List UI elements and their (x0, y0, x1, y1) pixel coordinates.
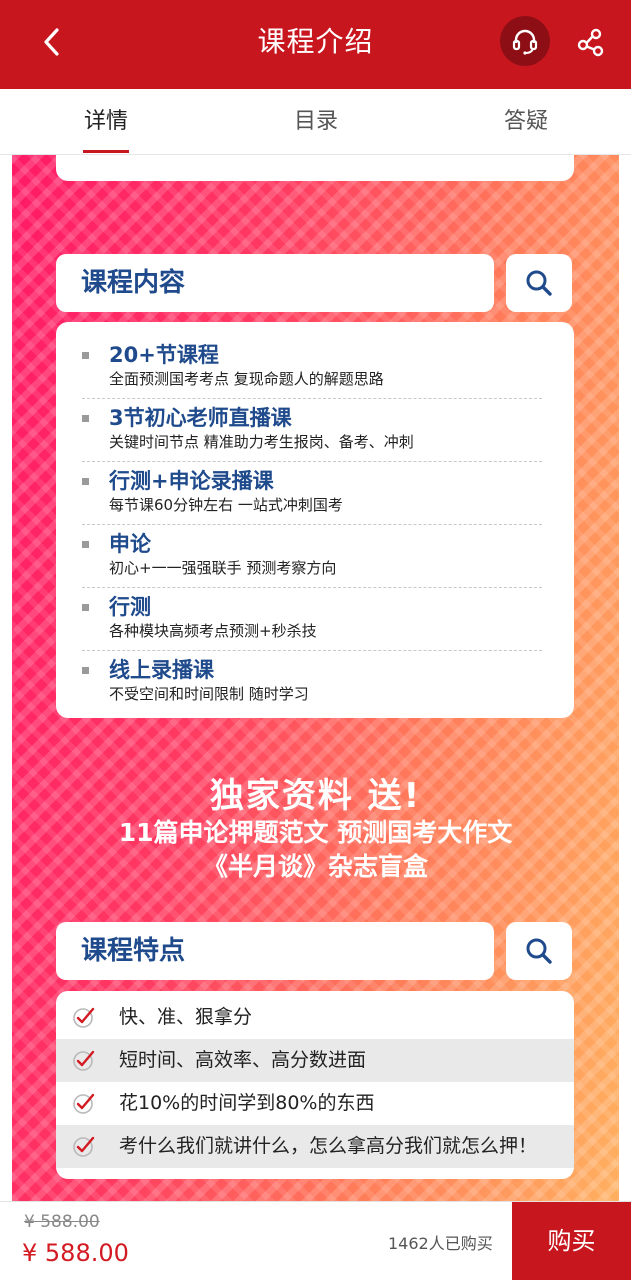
section-title: 课程特点 (81, 936, 186, 966)
feature-item: 花10%的时间学到80%的东西 (56, 1082, 574, 1125)
item-desc: 全面预测国考考点 复现命题人的解题思路 (109, 370, 384, 388)
search-button[interactable] (506, 922, 572, 980)
tab-catalog[interactable]: 目录 (256, 89, 376, 155)
course-features-heading: 课程特点 (56, 922, 494, 980)
share-button[interactable] (568, 20, 612, 64)
feature-text: 短时间、高效率、高分数进面 (119, 1049, 367, 1071)
course-content-list: 20+节课程 全面预测国考考点 复现命题人的解题思路 3节初心老师直播课 关键时… (56, 322, 574, 718)
buy-button[interactable]: 购买 (512, 1202, 631, 1280)
item-desc: 不受空间和时间限制 随时学习 (109, 685, 309, 703)
item-desc: 初心+一一强强联手 预测考察方向 (109, 559, 337, 577)
tab-qa[interactable]: 答疑 (466, 89, 586, 155)
promo-line: 《半月谈》杂志盲盒 (202, 852, 428, 881)
section-title: 课程内容 (81, 268, 186, 298)
check-circle-icon (73, 1136, 95, 1157)
check-circle-icon (73, 1093, 95, 1114)
feature-text: 花10%的时间学到80%的东西 (119, 1092, 375, 1114)
item-desc: 每节课60分钟左右 一站式冲刺国考 (109, 496, 343, 514)
check-circle-icon (73, 1007, 95, 1028)
bullet (82, 541, 89, 548)
back-button[interactable] (30, 20, 74, 64)
item-title: 行测 (109, 595, 151, 619)
tab-bar: 详情 目录 答疑 (0, 89, 631, 155)
promo-headline: 独家资料 送! (209, 776, 422, 816)
bullet (82, 667, 89, 674)
item-title: 申论 (109, 532, 151, 556)
search-button[interactable] (506, 254, 572, 312)
item-title: 3节初心老师直播课 (109, 406, 292, 430)
item-desc: 各种模块高频考点预测+秒杀技 (109, 622, 317, 640)
list-item: 行测 各种模块高频考点预测+秒杀技 (82, 588, 542, 651)
feature-item: 快、准、狠拿分 (56, 996, 574, 1039)
course-content-heading: 课程内容 (56, 254, 494, 312)
current-price: ¥ 588.00 (22, 1239, 129, 1267)
active-tab-indicator (83, 150, 129, 153)
feature-text: 快、准、狠拿分 (119, 1006, 253, 1028)
item-title: 行测+申论录播课 (109, 469, 274, 493)
list-item: 20+节课程 全面预测国考考点 复现命题人的解题思路 (82, 336, 542, 399)
course-features-list: 快、准、狠拿分 短时间、高效率、高分数进面 花10%的时间学到80%的东西 考什… (56, 991, 574, 1179)
list-item: 线上录播课 不受空间和时间限制 随时学习 (82, 651, 542, 714)
chevron-left-icon (44, 28, 59, 56)
promo-line: 11篇申论押题范文 预测国考大作文 (118, 818, 513, 847)
feature-item: 短时间、高效率、高分数进面 (56, 1039, 574, 1082)
course-detail-content[interactable]: 课程内容 20+节课程 全面预测国考考点 复现命题人的解题思路 3节初心老师直播… (12, 155, 619, 1201)
bullet (82, 604, 89, 611)
bullet (82, 415, 89, 422)
bullet (82, 478, 89, 485)
list-item: 行测+申论录播课 每节课60分钟左右 一站式冲刺国考 (82, 462, 542, 525)
item-title: 20+节课程 (109, 343, 219, 367)
purchase-bar: ¥ 588.00 ¥ 588.00 1462人已购买 购买 (0, 1201, 631, 1280)
customer-service-button[interactable] (500, 16, 550, 66)
search-icon (526, 270, 552, 296)
check-circle-icon (73, 1050, 95, 1071)
item-desc: 关键时间节点 精准助力考生报岗、备考、冲刺 (109, 433, 414, 451)
list-item: 3节初心老师直播课 关键时间节点 精准助力考生报岗、备考、冲刺 (82, 399, 542, 462)
original-price: ¥ 588.00 (24, 1212, 100, 1232)
search-icon (526, 938, 552, 964)
bullet (82, 352, 89, 359)
feature-item: 考什么我们就讲什么，怎么拿高分我们就怎么押！ (56, 1125, 574, 1168)
previous-card (56, 155, 574, 181)
app-header: 课程介绍 (0, 0, 631, 89)
share-icon (577, 28, 604, 57)
item-title: 线上录播课 (109, 658, 214, 682)
headset-icon (512, 29, 538, 55)
feature-text: 考什么我们就讲什么，怎么拿高分我们就怎么押！ (119, 1135, 538, 1157)
sold-count: 1462人已购买 (388, 1234, 493, 1253)
list-item: 申论 初心+一一强强联手 预测考察方向 (82, 525, 542, 588)
tab-details[interactable]: 详情 (46, 89, 166, 155)
